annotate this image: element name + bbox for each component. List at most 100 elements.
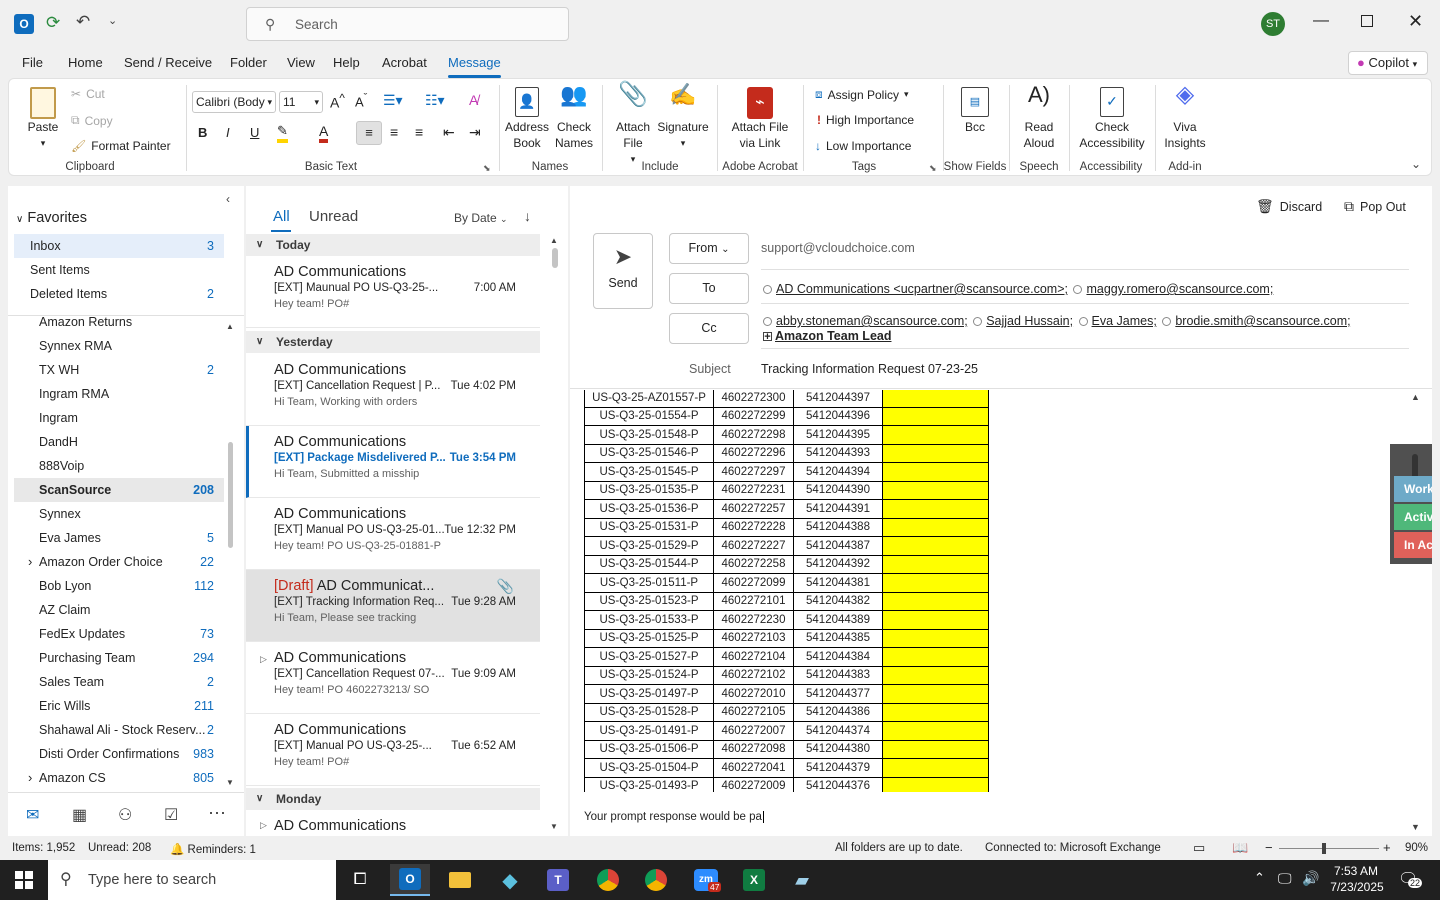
customize-toolbar-icon[interactable]: ⌄ — [108, 14, 117, 27]
folder-item[interactable]: Synnex — [14, 502, 224, 526]
highlighted-cell[interactable] — [882, 499, 989, 519]
highlighted-cell[interactable] — [882, 425, 989, 445]
volume-icon[interactable]: 🔊 — [1302, 870, 1319, 887]
highlighted-cell[interactable] — [882, 480, 989, 500]
check-names-button[interactable]: 👥 Check Names — [552, 84, 596, 151]
zoom-slider[interactable] — [1279, 848, 1379, 849]
highlighted-cell[interactable] — [882, 721, 989, 741]
people-icon[interactable]: ⚇ — [118, 805, 132, 825]
app-icon[interactable]: ▰ — [782, 864, 822, 896]
body-text[interactable]: Your prompt response would be pa — [584, 811, 768, 823]
show-hidden-icons[interactable]: ⌃ — [1254, 870, 1265, 886]
address-book-button[interactable]: 👤 Address Book — [505, 87, 549, 151]
table-cell[interactable]: 4602272105 — [713, 702, 794, 722]
close-icon[interactable]: ✕ — [1408, 11, 1423, 32]
folder-item[interactable]: Amazon Returns — [14, 316, 224, 334]
reading-view-icon[interactable]: 📖 — [1232, 840, 1248, 856]
table-cell[interactable]: US-Q3-25-01511-P — [584, 573, 714, 593]
highlighted-cell[interactable] — [882, 684, 989, 704]
list-item-selected[interactable]: [Draft] AD Communicat... 📎 [EXT] Trackin… — [246, 570, 540, 642]
calendar-icon[interactable]: ▦ — [72, 805, 87, 825]
table-cell[interactable]: 4602272010 — [713, 684, 794, 704]
list-item[interactable]: AD Communications [EXT] Cancellation Req… — [246, 354, 540, 426]
table-cell[interactable]: US-Q3-25-01525-P — [584, 628, 714, 648]
folder-item[interactable]: › Amazon Order Choice 22 — [14, 550, 224, 574]
clear-formatting-icon[interactable]: A̸ — [469, 92, 478, 108]
folder-item[interactable]: Ingram RMA — [14, 382, 224, 406]
table-cell[interactable]: 4602272099 — [713, 573, 794, 593]
scroll-down-icon[interactable]: ▼ — [550, 822, 558, 831]
table-cell[interactable]: 4602272296 — [713, 443, 794, 463]
highlighted-cell[interactable] — [882, 462, 989, 482]
dialog-launcher-icon[interactable]: ⬊ — [929, 163, 937, 174]
table-cell[interactable]: 5412044391 — [793, 499, 883, 519]
table-cell[interactable]: 4602272041 — [713, 758, 794, 778]
table-cell[interactable]: US-Q3-25-AZ01557-P — [584, 390, 714, 408]
table-cell[interactable]: US-Q3-25-01533-P — [584, 610, 714, 630]
copy-button[interactable]: ⧉ Copy — [71, 113, 113, 128]
viva-insights-button[interactable]: ◈ Viva Insights — [1161, 83, 1209, 151]
folder-item[interactable]: Ingram — [14, 406, 224, 430]
highlighted-cell[interactable] — [882, 536, 989, 556]
maximize-icon[interactable] — [1361, 15, 1373, 27]
table-cell[interactable]: 5412044385 — [793, 628, 883, 648]
table-cell[interactable]: 4602272299 — [713, 406, 794, 426]
minimize-icon[interactable]: — — [1313, 12, 1329, 30]
table-cell[interactable]: 5412044392 — [793, 554, 883, 574]
group-header-monday[interactable]: ∨ Monday — [246, 788, 540, 810]
table-cell[interactable]: US-Q3-25-01529-P — [584, 536, 714, 556]
highlighted-cell[interactable] — [882, 776, 989, 792]
table-cell[interactable]: 5412044374 — [793, 721, 883, 741]
list-item[interactable]: AD Communications [EXT] Maunual PO US-Q3… — [246, 256, 540, 328]
menu-view[interactable]: View — [287, 55, 315, 70]
bold-button[interactable]: B — [198, 125, 207, 140]
highlighted-cell[interactable] — [882, 517, 989, 537]
highlighted-cell[interactable] — [882, 739, 989, 759]
highlighted-cell[interactable] — [882, 443, 989, 463]
table-cell[interactable]: 5412044377 — [793, 684, 883, 704]
table-cell[interactable]: US-Q3-25-01506-P — [584, 739, 714, 759]
folder-item[interactable]: AZ Claim — [14, 598, 224, 622]
search-box[interactable]: ⚲ Search — [246, 7, 569, 41]
table-cell[interactable]: 5412044395 — [793, 425, 883, 445]
underline-button[interactable]: U — [250, 125, 259, 140]
align-right-icon[interactable]: ≡ — [415, 124, 423, 140]
table-cell[interactable]: 5412044394 — [793, 462, 883, 482]
table-cell[interactable]: US-Q3-25-01527-P — [584, 647, 714, 667]
attach-file-button[interactable]: 📎 Attach File ▾ — [611, 83, 655, 167]
folder-item[interactable]: Synnex RMA — [14, 334, 224, 358]
subject-field[interactable]: Tracking Information Request 07-23-25 — [761, 362, 978, 376]
highlighted-cell[interactable] — [882, 554, 989, 574]
table-cell[interactable]: US-Q3-25-01546-P — [584, 443, 714, 463]
read-aloud-button[interactable]: A) Read Aloud — [1017, 84, 1061, 151]
format-painter-button[interactable]: 🖌 Format Painter — [71, 139, 171, 153]
file-explorer-icon[interactable] — [440, 864, 480, 896]
recipient[interactable]: Eva James; — [1092, 314, 1157, 328]
table-cell[interactable]: US-Q3-25-01536-P — [584, 499, 714, 519]
table-cell[interactable]: 4602272103 — [713, 628, 794, 648]
undo-icon[interactable]: ↶ — [76, 12, 90, 32]
table-cell[interactable]: 4602272257 — [713, 499, 794, 519]
collapse-pane-icon[interactable]: ‹ — [226, 192, 230, 206]
table-cell[interactable]: 4602272258 — [713, 554, 794, 574]
highlighted-cell[interactable] — [882, 665, 989, 685]
tab-unread[interactable]: Unread — [309, 208, 358, 225]
menu-send-receive[interactable]: Send / Receive — [124, 55, 212, 70]
scroll-down-icon[interactable]: ▼ — [226, 778, 234, 787]
table-cell[interactable]: 4602272227 — [713, 536, 794, 556]
zoom-slider-thumb[interactable] — [1322, 843, 1326, 854]
sort-by-date[interactable]: By Date ⌄ — [454, 211, 508, 225]
cc-group[interactable]: + Amazon Team Lead — [763, 329, 891, 343]
avatar[interactable]: ST — [1261, 12, 1285, 36]
table-cell[interactable]: US-Q3-25-01544-P — [584, 554, 714, 574]
attach-via-link-button[interactable]: ⌁ Attach File via Link — [725, 87, 795, 151]
grow-font-icon[interactable]: A^ — [330, 92, 345, 111]
windows-start-icon[interactable] — [4, 864, 44, 896]
signature-button[interactable]: ✍ Signature ▾ — [657, 84, 709, 151]
highlight-icon[interactable]: ✎ — [277, 123, 288, 143]
reminders[interactable]: 🔔 Reminders: 1 — [170, 842, 256, 856]
check-accessibility-button[interactable]: ✓ Check Accessibility — [1077, 87, 1147, 151]
folder-item[interactable]: DandH — [14, 430, 224, 454]
menu-message[interactable]: Message — [448, 55, 501, 78]
folder-item[interactable]: Purchasing Team 294 — [14, 646, 224, 670]
